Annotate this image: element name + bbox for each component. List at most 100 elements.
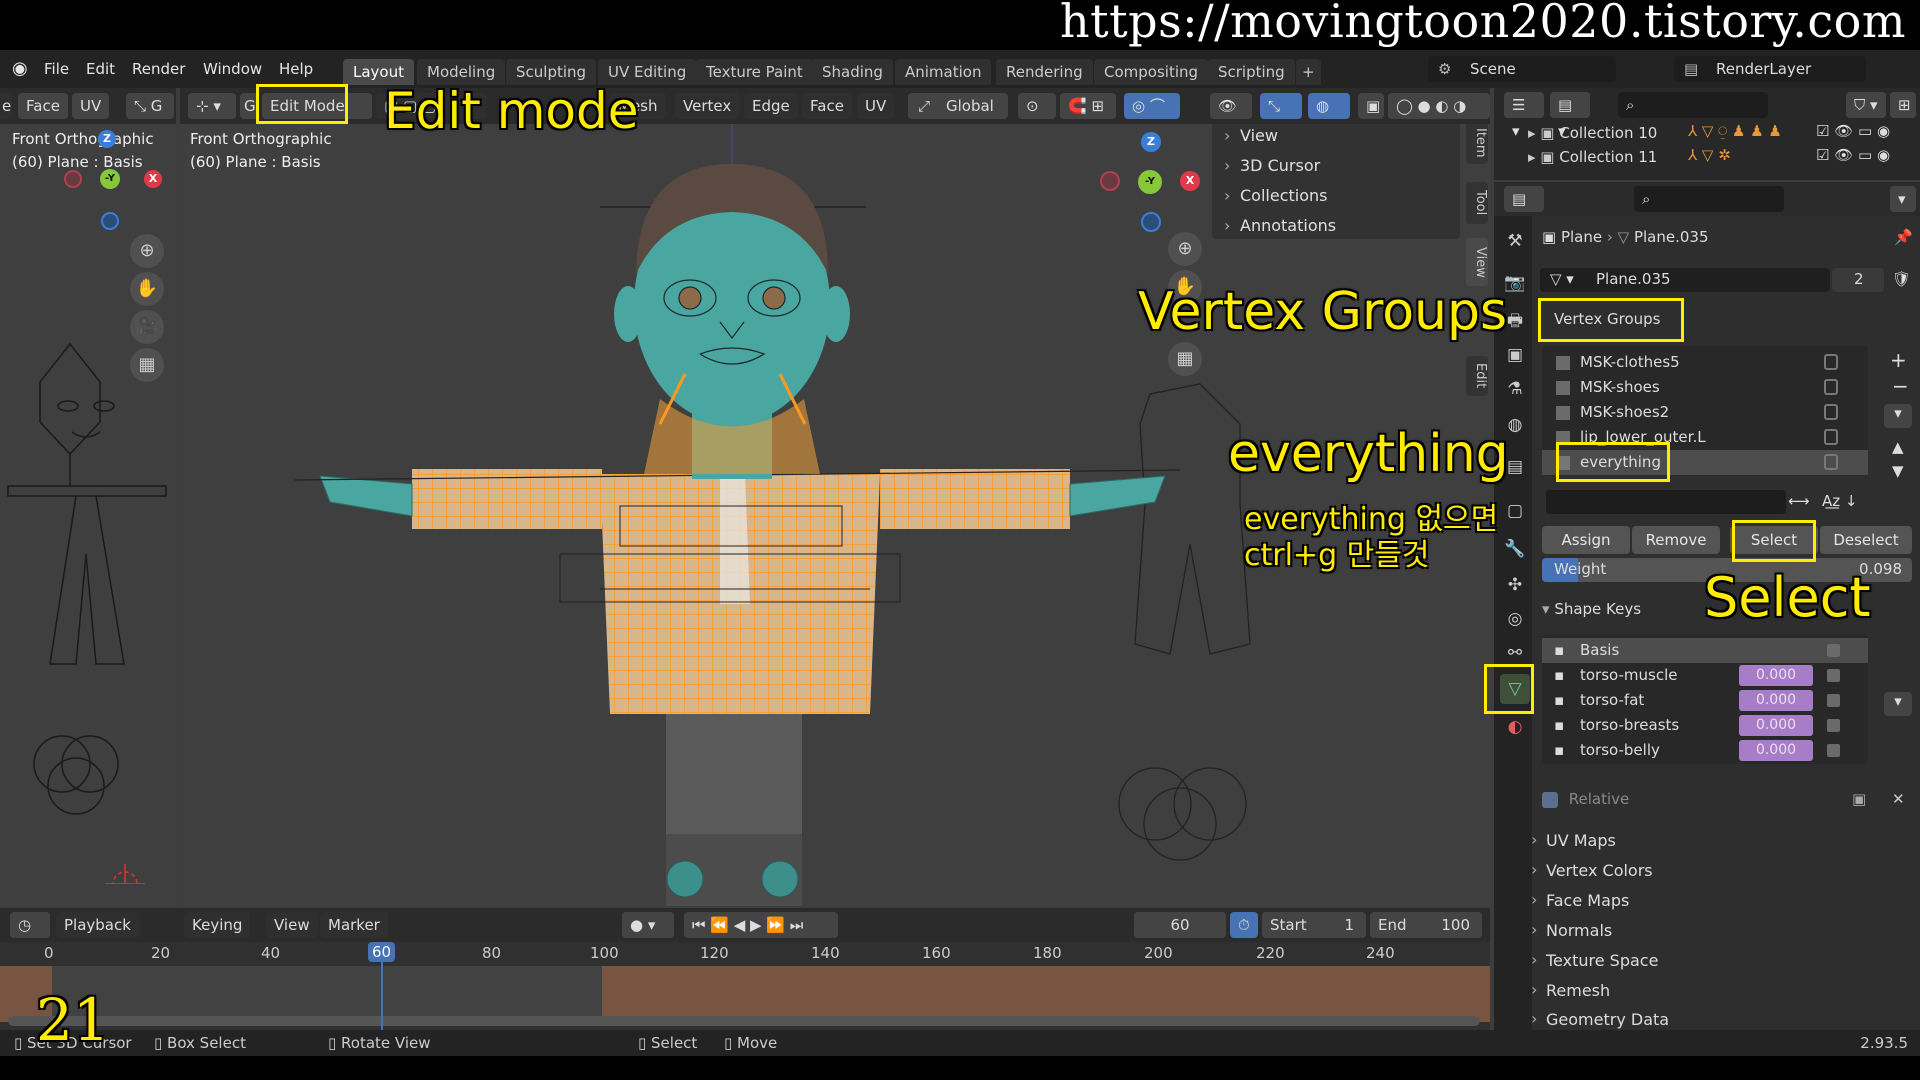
sidebar-tab-tool[interactable]: Tool [1466,182,1488,224]
gizmo-neg-z-icon[interactable] [1141,212,1161,232]
list-item[interactable]: MSK-shoes [1542,375,1868,400]
menu-render[interactable]: Render [132,60,185,78]
gizmo-neg-y-icon[interactable]: -Y [1138,170,1162,194]
tab-compositing[interactable]: Compositing [1094,59,1209,85]
lock-icon[interactable] [1824,429,1838,445]
tab-rendering[interactable]: Rendering [996,59,1093,85]
scene-tab-icon[interactable]: ⚗ [1500,374,1530,404]
zoom-icon[interactable]: ⊕ [1168,232,1202,266]
mesh-name-field[interactable]: ▽ ▾ Plane.035 [1540,268,1830,292]
sort-alpha-icon[interactable]: A͟z ↓ [1822,492,1857,510]
playback-menu[interactable]: Playback [56,912,139,938]
shape-key-mute-checkbox[interactable] [1827,744,1840,757]
section-face-maps[interactable]: Face Maps [1531,890,1629,910]
outliner-filter-icon[interactable]: ⛉ ▾ [1846,92,1886,118]
outliner-row11-toggles[interactable]: ☑ 👁 ▭ ◉ [1816,146,1890,164]
menu-edit[interactable]: Edit [86,60,115,78]
sidebar-3d-cursor-item[interactable]: 3D Cursor [1224,156,1320,175]
shape-key-row[interactable]: ▪ torso-muscle 0.000 [1542,663,1868,688]
tool-tab-icon[interactable]: ⚒ [1500,226,1530,256]
menu-uv[interactable]: UV [857,93,895,119]
section-uv-maps[interactable]: UV Maps [1531,830,1616,850]
remove-vertex-group-icon[interactable]: − [1892,374,1909,398]
mesh-users-count[interactable]: 2 [1832,268,1884,292]
section-normals[interactable]: Normals [1531,920,1612,940]
remove-button[interactable]: Remove [1632,526,1720,554]
record-icon[interactable]: ● ▾ [622,912,674,938]
section-geometry-data[interactable]: Geometry Data [1531,1009,1669,1029]
outliner-search-icon[interactable]: ⌕ [1618,92,1768,118]
shape-key-clear-icon[interactable]: ✕ [1892,790,1905,808]
menu-file[interactable]: File [44,60,69,78]
end-frame-field[interactable]: End 100 [1370,912,1482,938]
outliner-row10-toggles[interactable]: ☑ 👁 ▭ ◉ [1816,122,1890,140]
outliner-new-collection-icon[interactable]: ⊞ [1890,92,1916,118]
shape-key-mute-checkbox[interactable] [1827,694,1840,707]
shape-keys-header[interactable]: ▾ Shape Keys [1542,600,1641,618]
start-frame-field[interactable]: Start 1 [1262,912,1366,938]
shape-key-row-active[interactable]: ▪ Basis [1542,638,1868,663]
shape-key-row[interactable]: ▪ torso-belly 0.000 [1542,738,1868,763]
gizmo-neg-x-icon[interactable] [1100,171,1120,191]
vertex-group-specials-icon[interactable]: ▾ [1884,404,1912,428]
timeline-view-menu[interactable]: View [266,912,318,938]
transform-orientation-dropdown[interactable]: ⤢ Global [908,93,1008,119]
left-tool-icon[interactable]: ⤡ G [126,93,174,119]
shape-key-value[interactable]: 0.000 [1739,665,1813,686]
timeline-area[interactable]: 0 20 40 60 80 100 120 140 160 180 200 22… [0,942,1490,1030]
shape-key-mute-checkbox[interactable] [1827,644,1840,657]
lock-icon[interactable] [1824,404,1838,420]
keying-menu[interactable]: Keying [184,912,251,938]
current-frame-field[interactable]: 60 [1134,912,1226,938]
move-up-icon[interactable]: ▲ [1892,438,1904,456]
menu-vertex[interactable]: Vertex [675,93,740,119]
playback-controls-icons[interactable]: ⏮ ⏪ ◀ ▶ ⏩ ⏭ [684,912,838,938]
section-vertex-colors[interactable]: Vertex Colors [1531,860,1653,880]
render-layer-selector[interactable]: ▤ RenderLayer [1674,56,1866,82]
outliner-row-collection-11[interactable]: ▸ ▣ Collection 11 [1528,148,1657,166]
menu-window[interactable]: Window [203,60,262,78]
lock-icon[interactable] [1824,354,1838,370]
properties-options-icon[interactable]: ▾ [1890,186,1916,212]
list-item[interactable]: MSK-clothes5 [1542,350,1868,375]
view-layer-tab-icon[interactable]: ▣ [1500,340,1530,370]
proportional-edit-icon[interactable]: ◎ ⌒ [1124,93,1180,119]
left-viewport[interactable]: Front Orthographic (60) Plane : Basis Z … [0,124,176,906]
editor-type-icon[interactable]: ⊹ ▾ [188,93,236,119]
pivot-icon[interactable]: ⊙ [1018,93,1056,119]
section-texture-space[interactable]: Texture Space [1531,950,1658,970]
pin-icon[interactable]: 📌 [1894,228,1913,246]
outliner-type-icon[interactable]: ☰ ▾ [1504,92,1544,140]
left-zoom-icon[interactable]: ⊕ [130,234,164,268]
left-gizmo-negz-icon[interactable] [101,212,119,230]
ortho-grid-icon[interactable]: ▦ [1168,342,1202,376]
shape-key-specials-icon[interactable]: ▾ [1884,692,1912,716]
sidebar-collections-item[interactable]: Collections [1224,186,1328,205]
shape-key-mute-checkbox[interactable] [1827,719,1840,732]
filter-invert-icon[interactable]: ⟷ [1788,492,1810,510]
fake-user-shield-icon[interactable]: 🛡 [1892,270,1911,288]
add-vertex-group-icon[interactable]: + [1890,348,1907,372]
vertex-group-filter-input[interactable] [1546,490,1786,514]
shape-key-value[interactable]: 0.000 [1739,740,1813,761]
gizmo-x-icon[interactable]: X [1180,171,1200,191]
relative-checkbox[interactable]: Relative [1542,790,1629,808]
blender-logo-icon[interactable]: ◉ [12,58,28,79]
left-gizmo-z-icon[interactable]: Z [98,130,116,148]
xray-icon[interactable]: ▣ [1358,93,1384,119]
sidebar-annotations-item[interactable]: Annotations [1224,216,1336,235]
gizmo-toggle-icon[interactable]: ⤡ [1260,93,1302,119]
overlay-toggle-icon[interactable]: ◍ [1308,93,1350,119]
visibility-icon[interactable]: 👁 [1210,93,1252,119]
object-tab-icon[interactable]: ▢ [1500,496,1530,526]
properties-search-icon[interactable]: ⌕ [1634,186,1784,212]
assign-button[interactable]: Assign [1542,526,1630,554]
shape-key-mute-checkbox[interactable] [1827,669,1840,682]
sidebar-tab-view[interactable]: View [1466,238,1488,286]
lock-icon[interactable] [1824,454,1838,470]
menu-face[interactable]: Face [802,93,852,119]
preview-range-icon[interactable]: ⏱ [1230,912,1258,938]
scene-selector[interactable]: ⚙ Scene [1428,56,1616,82]
sidebar-tab-edit[interactable]: Edit [1466,356,1488,396]
left-gizmo-y-icon[interactable]: -Y [100,169,120,189]
